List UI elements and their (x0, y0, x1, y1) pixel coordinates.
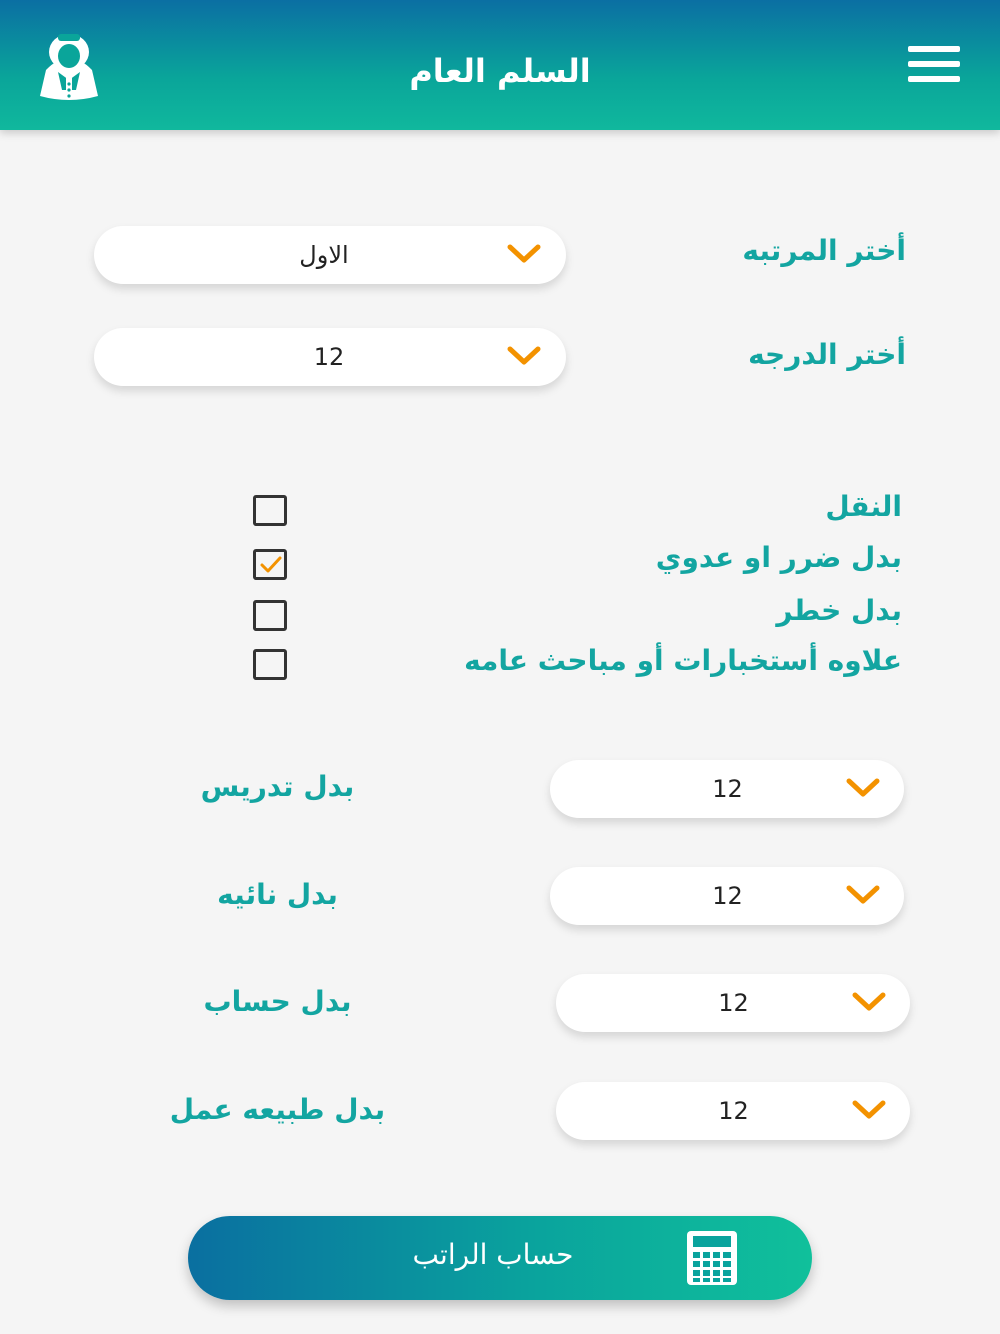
remote-area-allowance-label: بدل نائيه (217, 878, 338, 911)
rank-label: أختر المرتبه (742, 234, 906, 267)
checkmark-icon (260, 556, 282, 573)
chevron-down-icon (846, 885, 880, 904)
work-nature-allowance-select[interactable]: 12 (556, 1082, 910, 1140)
danger-allowance-label: بدل خطر (776, 594, 902, 627)
hazard-infection-allowance-label: بدل ضرر او عدوي (655, 541, 902, 574)
hazard-infection-allowance-checkbox[interactable] (253, 549, 287, 580)
calculate-salary-label: حساب الراتب (412, 1238, 574, 1271)
intelligence-allowance-checkbox[interactable] (253, 649, 287, 680)
chevron-down-icon (507, 244, 541, 263)
teaching-allowance-select[interactable]: 12 (550, 760, 904, 818)
accounting-allowance-label: بدل حساب (203, 985, 352, 1018)
accounting-allowance-value: 12 (718, 989, 749, 1017)
accounting-allowance-select[interactable]: 12 (556, 974, 910, 1032)
work-nature-allowance-value: 12 (718, 1097, 749, 1125)
calculate-salary-button[interactable]: حساب الراتب (188, 1216, 812, 1300)
transport-allowance-label: النقل (825, 490, 902, 523)
grade-select[interactable]: 12 (94, 328, 566, 386)
chevron-down-icon (852, 992, 886, 1011)
rank-select[interactable]: الاول (94, 226, 566, 284)
app-header: السلم العام (0, 0, 1000, 130)
chevron-down-icon (507, 346, 541, 365)
grade-label: أختر الدرجه (748, 338, 906, 371)
teaching-allowance-label: بدل تدريس (200, 770, 355, 803)
chevron-down-icon (846, 778, 880, 797)
remote-area-allowance-select[interactable]: 12 (550, 867, 904, 925)
page-title: السلم العام (409, 52, 591, 90)
teaching-allowance-value: 12 (712, 775, 743, 803)
transport-allowance-checkbox[interactable] (253, 495, 287, 526)
grade-select-value: 12 (313, 343, 345, 371)
work-nature-allowance-label: بدل طبيعه عمل (169, 1093, 386, 1126)
hamburger-menu-icon[interactable] (906, 46, 962, 86)
danger-allowance-checkbox[interactable] (253, 600, 287, 631)
rank-select-value: الاول (299, 241, 349, 269)
chevron-down-icon (852, 1100, 886, 1119)
remote-area-allowance-value: 12 (712, 882, 743, 910)
calculator-icon (687, 1231, 737, 1285)
intelligence-allowance-label: علاوه أستخبارات أو مباحث عامه (464, 644, 902, 677)
